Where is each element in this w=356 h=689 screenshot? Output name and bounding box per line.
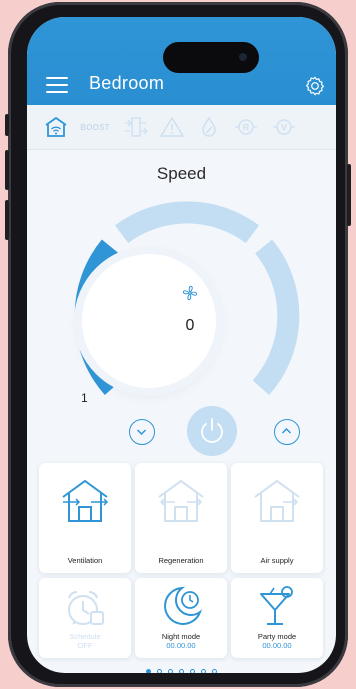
gear-icon[interactable] xyxy=(304,75,326,97)
hamburger-menu-icon[interactable] xyxy=(46,77,68,93)
silent-switch xyxy=(5,114,9,136)
speed-min-label: 1 xyxy=(81,391,88,405)
dial-segment-2 xyxy=(115,201,259,244)
v-mode-label: V xyxy=(281,123,287,133)
app-screen: Bedroom BOOST R V Speed 0 1 Ventilation … xyxy=(27,17,336,673)
party-mode-label: Party mode xyxy=(257,632,297,641)
page-dot[interactable] xyxy=(212,669,217,673)
dynamic-island xyxy=(163,42,259,73)
speed-down-button[interactable] xyxy=(129,419,155,445)
page-title: Bedroom xyxy=(89,73,165,93)
moon-clock-icon xyxy=(164,586,203,625)
r-mode-label: R xyxy=(243,123,250,133)
warning-icon[interactable] xyxy=(157,113,187,141)
ventilation-house-icon xyxy=(62,479,109,522)
schedule-card[interactable]: Schedule OFF xyxy=(39,578,131,658)
air-supply-house-icon xyxy=(254,479,300,522)
fan-icon xyxy=(182,285,198,301)
schedule-status: OFF xyxy=(77,641,93,650)
mode-card-label: Ventilation xyxy=(67,556,103,565)
mode-card-regeneration[interactable]: Regeneration xyxy=(135,463,227,573)
home-wifi-icon[interactable] xyxy=(43,113,69,141)
mode-card-ventilation[interactable]: Ventilation xyxy=(39,463,131,573)
page-dot[interactable] xyxy=(201,669,206,673)
regeneration-house-icon xyxy=(158,479,204,522)
night-mode-timer: 00.00.00 xyxy=(166,641,196,650)
speed-title: Speed xyxy=(156,164,207,183)
party-mode-timer: 00.00.00 xyxy=(262,641,292,650)
page-dot[interactable] xyxy=(179,669,184,673)
volume-up-button xyxy=(5,150,9,190)
boost-label: BOOST xyxy=(80,122,110,132)
page-dot[interactable] xyxy=(157,669,162,673)
mode-card-label: Air supply xyxy=(260,556,294,565)
boost-icon[interactable]: BOOST xyxy=(73,113,117,141)
page-dot[interactable] xyxy=(168,669,173,673)
volume-down-button xyxy=(5,200,9,240)
mode-card-label: Regeneration xyxy=(158,556,204,565)
page-indicator xyxy=(27,669,336,673)
page-dot[interactable] xyxy=(190,669,195,673)
chevron-up-icon xyxy=(281,427,292,434)
airflow-icon[interactable] xyxy=(121,113,151,141)
night-mode-card[interactable]: Night mode 00.00.00 xyxy=(135,578,227,658)
chevron-down-icon xyxy=(136,429,147,436)
dial-segment-3 xyxy=(252,239,300,396)
mode-card-air-supply[interactable]: Air supply xyxy=(231,463,323,573)
power-icon xyxy=(201,418,223,443)
v-mode-icon[interactable]: V xyxy=(269,113,299,141)
alarm-clock-icon xyxy=(68,591,104,625)
r-mode-icon[interactable]: R xyxy=(231,113,261,141)
speed-up-button[interactable] xyxy=(274,419,300,445)
schedule-label: Schedule xyxy=(69,632,101,641)
page-dot[interactable] xyxy=(146,669,151,673)
power-side-button xyxy=(347,164,351,226)
power-button[interactable] xyxy=(187,406,237,456)
party-mode-card[interactable]: Party mode 00.00.00 xyxy=(231,578,323,658)
night-mode-label: Night mode xyxy=(161,632,201,641)
mode-bar: BOOST R V xyxy=(27,105,336,150)
cocktail-glass-icon xyxy=(260,586,293,625)
speed-value: 0 xyxy=(185,317,195,334)
humidity-icon[interactable] xyxy=(195,113,223,141)
